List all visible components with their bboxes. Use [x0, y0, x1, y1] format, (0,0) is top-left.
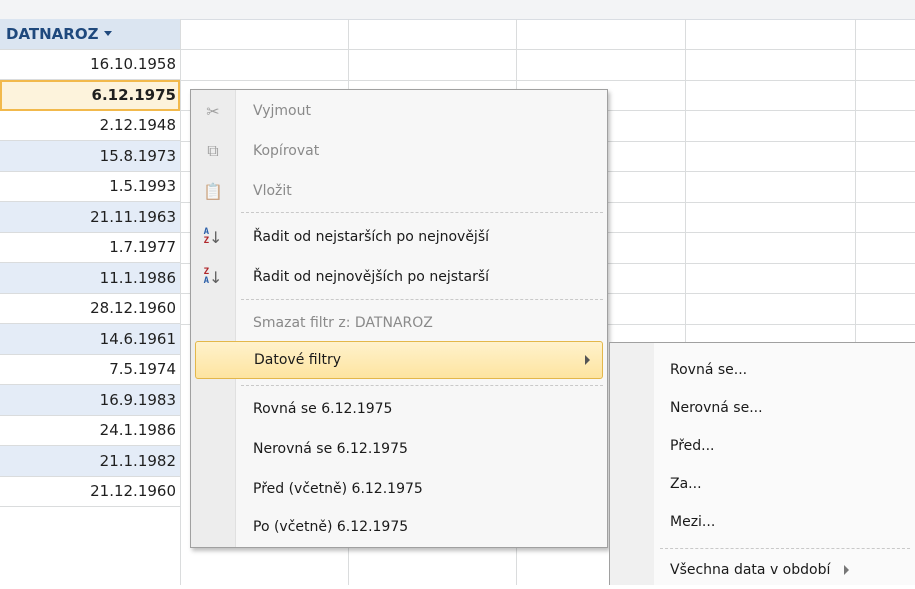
table-row[interactable]: 16.10.1958 [0, 50, 180, 80]
menu-item-label: Vložit [253, 183, 292, 199]
date-cell[interactable]: 16.9.1983 [100, 385, 176, 415]
date-cell[interactable]: 1.5.1993 [109, 172, 176, 202]
data-column: DATNAROZ 16.10.1958 6.12.1975 2.12.1948 … [0, 19, 180, 507]
submenu-item-equals[interactable]: Rovná se... [670, 351, 747, 389]
date-cell[interactable]: 24.1.1986 [100, 416, 176, 446]
menu-item-copy[interactable]: ⧉ Kopírovat [191, 132, 607, 170]
menu-item-label: Kopírovat [253, 143, 320, 159]
submenu-item-label: Všechna data v období [670, 562, 831, 578]
menu-item-sort-asc[interactable]: A Z ↓ Řadit od nejstarších po nejnovější [191, 218, 607, 256]
menu-item-after[interactable]: Po (včetně) 6.12.1975 [191, 508, 607, 546]
grid-line [180, 19, 181, 585]
table-row-selected[interactable]: 6.12.1975 [0, 80, 180, 111]
menu-item-label: Rovná se 6.12.1975 [253, 401, 393, 417]
menu-item-label: Smazat filtr z: DATNAROZ [253, 315, 433, 331]
menu-item-label: Po (včetně) 6.12.1975 [253, 519, 409, 535]
submenu-item-before[interactable]: Před... [670, 427, 715, 465]
submenu-item-all-dates[interactable]: Všechna data v období [670, 551, 850, 589]
menu-item-label: Řadit od nejnovějších po nejstarší [253, 269, 490, 285]
table-row[interactable]: 1.5.1993 [0, 172, 180, 202]
submenu-arrow-icon [844, 565, 850, 575]
date-cell[interactable]: 21.1.1982 [100, 446, 176, 476]
table-row[interactable]: 21.11.1963 [0, 202, 180, 233]
filter-dropdown-icon[interactable] [104, 31, 113, 37]
submenu-item-not-equals[interactable]: Nerovná se... [670, 389, 763, 427]
sort-ascending-icon: A Z ↓ [203, 227, 223, 247]
date-cell[interactable]: 2.12.1948 [100, 111, 176, 141]
column-header-strip [0, 0, 915, 20]
submenu-arrow-icon [585, 355, 590, 365]
context-menu: ✂ Vyjmout ⧉ Kopírovat 📋 Vložit A Z ↓ Řadit… [190, 89, 608, 548]
table-row[interactable]: 28.12.1960 [0, 294, 180, 324]
menu-item-clear-filter[interactable]: Smazat filtr z: DATNAROZ [191, 304, 607, 342]
menu-item-equals[interactable]: Rovná se 6.12.1975 [191, 390, 607, 428]
date-cell[interactable]: 21.11.1963 [90, 202, 176, 232]
date-cell[interactable]: 28.12.1960 [90, 294, 176, 324]
menu-item-cut[interactable]: ✂ Vyjmout [191, 92, 607, 130]
copy-icon: ⧉ [207, 141, 219, 160]
table-row[interactable]: 15.8.1973 [0, 141, 180, 172]
submenu-item-between[interactable]: Mezi... [670, 503, 715, 541]
scissors-icon: ✂ [206, 101, 220, 121]
menu-separator [241, 299, 603, 300]
menu-item-sort-desc[interactable]: Z A ↓ Řadit od nejnovějších po nejstarší [191, 258, 607, 296]
table-row[interactable]: 2.12.1948 [0, 111, 180, 141]
grid-line [180, 49, 915, 50]
submenu-icon-gutter [610, 343, 654, 585]
grid-line [180, 80, 915, 81]
table-row[interactable]: 1.7.1977 [0, 233, 180, 263]
menu-item-label: Datové filtry [254, 352, 342, 368]
menu-separator [241, 385, 603, 386]
menu-item-label: Vyjmout [253, 103, 311, 119]
table-row[interactable]: 16.9.1983 [0, 385, 180, 416]
menu-item-not-equals[interactable]: Nerovná se 6.12.1975 [191, 430, 607, 468]
menu-separator [241, 212, 603, 213]
submenu-separator [660, 548, 910, 549]
table-row[interactable]: 21.12.1960 [0, 477, 180, 507]
table-row[interactable]: 14.6.1961 [0, 324, 180, 355]
table-row[interactable]: 24.1.1986 [0, 416, 180, 446]
menu-item-label: Před (včetně) 6.12.1975 [253, 481, 423, 497]
menu-item-date-filters[interactable]: Datové filtry [195, 341, 603, 379]
menu-item-label: Nerovná se 6.12.1975 [253, 441, 408, 457]
date-cell[interactable]: 6.12.1975 [92, 80, 176, 110]
date-cell[interactable]: 7.5.1974 [109, 355, 176, 385]
date-cell[interactable]: 15.8.1973 [100, 141, 176, 171]
table-row[interactable]: 7.5.1974 [0, 355, 180, 385]
paste-icon: 📋 [203, 181, 223, 201]
sort-descending-icon: Z A ↓ [203, 267, 223, 287]
table-row[interactable]: 21.1.1982 [0, 446, 180, 477]
date-filters-submenu: Rovná se... Nerovná se... Před... Za... … [609, 342, 915, 585]
column-header[interactable]: DATNAROZ [0, 19, 180, 50]
date-cell[interactable]: 11.1.1986 [100, 263, 176, 293]
date-cell[interactable]: 16.10.1958 [90, 50, 176, 80]
menu-item-before[interactable]: Před (včetně) 6.12.1975 [191, 470, 607, 508]
table-row[interactable]: 11.1.1986 [0, 263, 180, 294]
date-cell[interactable]: 1.7.1977 [109, 233, 176, 263]
column-header-label: DATNAROZ [6, 24, 99, 43]
date-cell[interactable]: 21.12.1960 [90, 477, 176, 507]
submenu-item-after[interactable]: Za... [670, 465, 702, 503]
date-cell[interactable]: 14.6.1961 [100, 324, 176, 354]
menu-item-label: Řadit od nejstarších po nejnovější [253, 229, 490, 245]
menu-item-paste[interactable]: 📋 Vložit [191, 172, 607, 210]
